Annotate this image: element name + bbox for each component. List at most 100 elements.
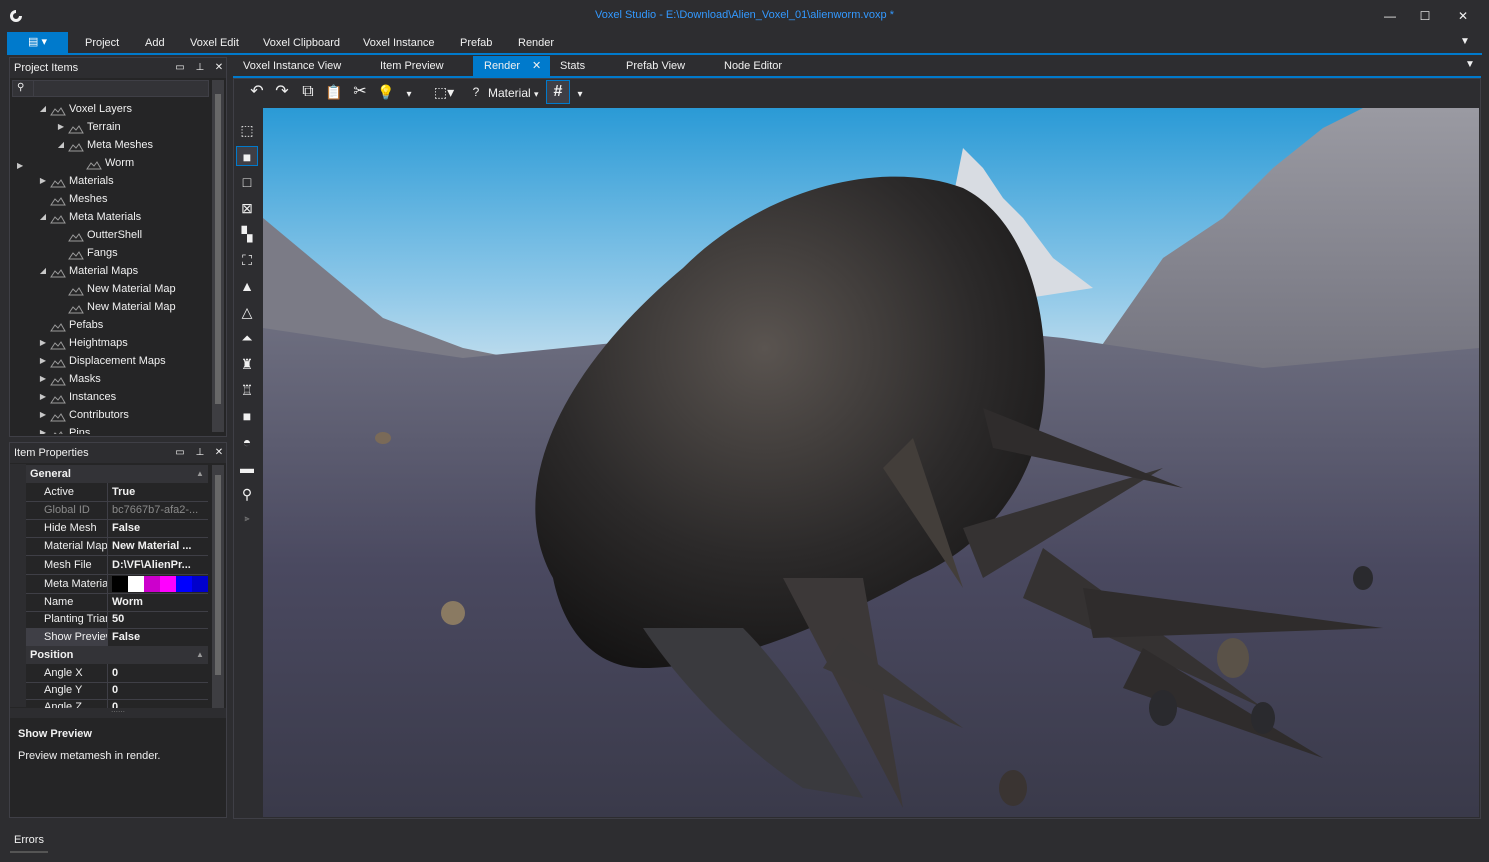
project-filter-input[interactable]: ⚲: [12, 80, 209, 97]
category-general[interactable]: General: [26, 465, 208, 483]
menu-voxel-edit[interactable]: Voxel Edit: [190, 37, 239, 49]
toolbar-more-icon-2[interactable]: ▾: [569, 84, 591, 106]
float-panel-icon[interactable]: ▭: [173, 443, 187, 463]
fill-icon[interactable]: ▚: [236, 224, 258, 244]
redo-icon[interactable]: ↷: [271, 81, 293, 103]
tower-outline-icon[interactable]: ♖: [236, 380, 258, 400]
close-panel-icon[interactable]: ✕: [212, 58, 226, 78]
expand-arrow-icon[interactable]: ▶: [38, 334, 48, 352]
undo-icon[interactable]: ↶: [246, 81, 268, 103]
expand-arrow-icon[interactable]: ▶: [38, 370, 48, 388]
tree-item[interactable]: Fangs: [10, 244, 210, 262]
property-value[interactable]: False: [112, 519, 206, 537]
properties-scrollbar[interactable]: [212, 465, 224, 708]
property-value[interactable]: Worm: [112, 593, 206, 611]
expand-arrow-icon[interactable]: ▶: [38, 172, 48, 190]
expand-arrow-icon[interactable]: ◢: [56, 136, 66, 154]
property-row[interactable]: Hide Mesh False: [26, 519, 208, 538]
tree-item[interactable]: New Material Map: [10, 280, 210, 298]
tree-item[interactable]: ▶ Materials: [10, 172, 210, 190]
expand-tools-icon[interactable]: ⫸: [236, 508, 258, 528]
tree-item[interactable]: ▶ Terrain: [10, 118, 210, 136]
menu-voxel-instance[interactable]: Voxel Instance: [363, 37, 435, 49]
grid-toggle-icon[interactable]: #: [546, 80, 570, 104]
property-value[interactable]: False: [112, 628, 206, 646]
main-menu-button[interactable]: ▤ ▾: [7, 32, 68, 53]
menu-render[interactable]: Render: [518, 37, 554, 49]
property-value[interactable]: 0: [112, 681, 206, 699]
property-value[interactable]: bc7667b7-afa2-...: [112, 501, 206, 519]
view-cube-icon[interactable]: ⬚▾: [430, 81, 458, 103]
eyedropper-icon[interactable]: ⚲: [236, 484, 258, 504]
color-swatch[interactable]: [144, 576, 160, 592]
property-row[interactable]: Show Preview False: [26, 628, 208, 647]
render-viewport[interactable]: [263, 108, 1479, 817]
property-value[interactable]: 50: [112, 610, 206, 628]
material-dropdown[interactable]: Material ▾: [488, 86, 539, 100]
close-tab-icon[interactable]: ✕: [532, 56, 541, 76]
project-tree-scrollbar[interactable]: [212, 80, 224, 432]
solid-square-icon[interactable]: ■: [236, 146, 258, 166]
color-swatch[interactable]: [128, 576, 144, 592]
tree-item[interactable]: ▶ Contributors: [10, 406, 210, 424]
properties-scroll-thumb[interactable]: [215, 475, 221, 675]
splitter-grip[interactable]: ⋯⋯: [10, 708, 226, 718]
property-value[interactable]: D:\VF\AlienPr...: [112, 556, 206, 574]
help-icon[interactable]: ?: [465, 81, 487, 103]
tree-item[interactable]: ◢ Material Maps: [10, 262, 210, 280]
toolbar-more-icon[interactable]: ▾: [398, 84, 420, 106]
tab-stats[interactable]: Stats: [560, 56, 585, 76]
tab-node-editor[interactable]: Node Editor: [724, 56, 782, 76]
cut-icon[interactable]: ✂: [349, 81, 371, 103]
property-value[interactable]: True: [112, 483, 206, 501]
tree-item[interactable]: New Material Map: [10, 298, 210, 316]
collapse-general-icon[interactable]: ▲: [196, 469, 204, 478]
expand-arrow-icon[interactable]: ▶: [56, 118, 66, 136]
expand-arrow-icon[interactable]: ◢: [38, 100, 48, 118]
material-swatches[interactable]: [112, 576, 208, 592]
menu-prefab[interactable]: Prefab: [460, 37, 492, 49]
tree-item[interactable]: ◢ Meta Meshes: [10, 136, 210, 154]
color-swatch[interactable]: [192, 576, 208, 592]
property-value[interactable]: 0: [112, 664, 206, 682]
collapse-position-icon[interactable]: ▲: [196, 650, 204, 659]
minimize-button[interactable]: —: [1375, 6, 1405, 26]
property-row[interactable]: Global ID bc7667b7-afa2-...: [26, 501, 208, 520]
menu-voxel-clipboard[interactable]: Voxel Clipboard: [263, 37, 340, 49]
fit-icon[interactable]: ⛶: [236, 250, 258, 270]
errors-tab[interactable]: Errors: [14, 834, 44, 846]
project-tree-scroll-thumb[interactable]: [215, 94, 221, 404]
property-row[interactable]: Mesh File D:\VF\AlienPr...: [26, 556, 208, 575]
property-row[interactable]: Material Map New Material ...: [26, 537, 208, 556]
expand-arrow-icon[interactable]: ◢: [38, 208, 48, 226]
tree-item[interactable]: ▶ Masks: [10, 370, 210, 388]
tower-icon[interactable]: ♜: [236, 354, 258, 374]
close-panel-icon[interactable]: ✕: [212, 443, 226, 463]
tree-item[interactable]: Worm: [10, 154, 210, 172]
tree-item[interactable]: Meshes: [10, 190, 210, 208]
tab-render[interactable]: Render ✕: [473, 56, 550, 76]
block-icon[interactable]: ■: [236, 406, 258, 426]
menu-project[interactable]: Project: [85, 37, 119, 49]
plane-icon[interactable]: ▬: [236, 458, 258, 478]
expand-arrow-icon[interactable]: ▶: [38, 352, 48, 370]
pin-icon[interactable]: ⊥: [193, 443, 207, 463]
lightbulb-icon[interactable]: 💡: [375, 81, 397, 103]
tab-prefab-view[interactable]: Prefab View: [626, 56, 685, 76]
close-button[interactable]: ✕: [1448, 6, 1478, 26]
float-panel-icon[interactable]: ▭: [173, 58, 187, 78]
triangle-solid-icon[interactable]: ▲: [236, 276, 258, 296]
triangle-outline-icon[interactable]: △: [236, 302, 258, 322]
tab-voxel-instance-view[interactable]: Voxel Instance View: [243, 56, 341, 76]
property-value[interactable]: New Material ...: [112, 537, 206, 555]
cone-icon[interactable]: ⏶: [236, 328, 258, 348]
expand-arrow-icon[interactable]: ▶: [38, 424, 48, 434]
color-swatch[interactable]: [176, 576, 192, 592]
expand-arrow-icon[interactable]: ▶: [38, 406, 48, 424]
property-row[interactable]: Planting Trian 50: [26, 610, 208, 629]
tree-item[interactable]: ▶ Heightmaps: [10, 334, 210, 352]
dome-icon[interactable]: ◓: [236, 432, 258, 452]
category-position[interactable]: Position: [26, 646, 208, 664]
paste-icon[interactable]: 📋: [323, 81, 345, 103]
tab-overflow-icon[interactable]: ▼: [1465, 59, 1475, 70]
